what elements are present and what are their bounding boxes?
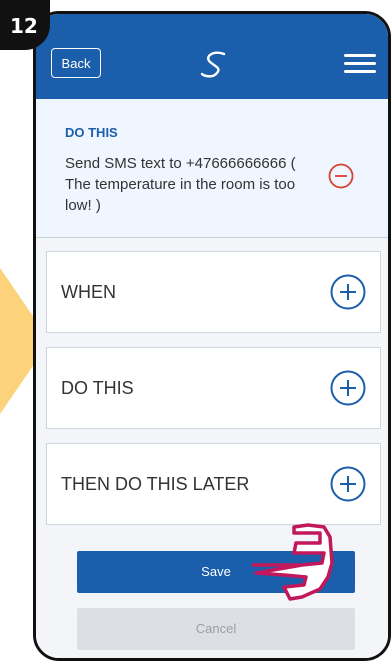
pointing-hand-icon [252,523,334,601]
plus-circle-icon[interactable] [330,274,366,310]
plus-circle-icon[interactable] [330,370,366,406]
section-then-do-this-later[interactable]: THEN DO THIS LATER [46,443,381,525]
step-badge: 12 [0,0,50,50]
main-content: DO THIS Send SMS text to +47666666666 ( … [36,99,388,658]
hamburger-icon[interactable] [344,54,376,74]
action-card: DO THIS Send SMS text to +47666666666 ( … [36,99,388,238]
step-number: 12 [10,14,38,38]
section-do-this[interactable]: DO THIS [46,347,381,429]
phone-frame: Back DO THIS Send SMS text to +476666666… [33,11,391,661]
section-when[interactable]: WHEN [46,251,381,333]
back-button[interactable]: Back [51,48,101,78]
action-card-title: DO THIS [65,125,118,140]
action-card-description: Send SMS text to +47666666666 ( The temp… [65,155,296,214]
section-label: THEN DO THIS LATER [61,474,250,494]
top-bar: Back [36,14,388,99]
cancel-button[interactable]: Cancel [77,608,355,650]
minus-circle-icon[interactable] [328,163,354,189]
s-logo-icon [200,51,226,78]
plus-circle-icon[interactable] [330,466,366,502]
section-label: DO THIS [61,378,134,398]
section-label: WHEN [61,282,116,302]
